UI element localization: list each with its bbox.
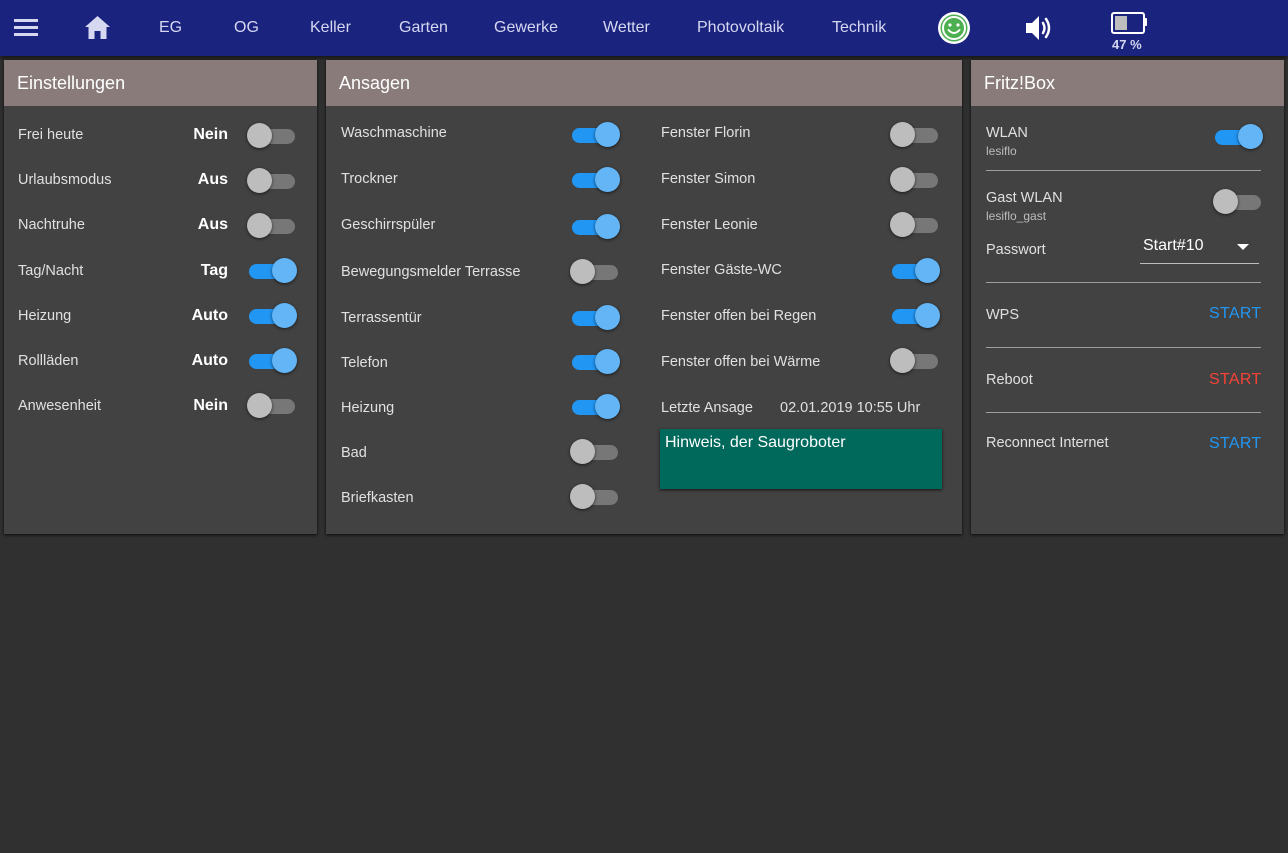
passwort-value: Start#10 <box>1143 237 1204 254</box>
announcement-label: Bewegungsmelder Terrasse <box>341 264 521 280</box>
battery-icon <box>1111 12 1147 34</box>
toggle-fenster-florin[interactable] <box>890 121 940 149</box>
setting-value: Aus <box>197 171 228 188</box>
toggle-waschmaschine[interactable] <box>570 121 620 149</box>
setting-value: Nein <box>193 126 228 143</box>
toggle-telefon[interactable] <box>570 348 620 376</box>
toggle-fenster-simon[interactable] <box>890 166 940 194</box>
setting-value: Nein <box>193 397 228 414</box>
toggle-bad[interactable] <box>570 438 620 466</box>
announcement-label: Fenster Simon <box>661 171 756 187</box>
setting-label: Rollläden <box>18 353 79 369</box>
announcement-label: Fenster Leonie <box>661 217 758 233</box>
announcement-label: Bad <box>341 445 367 461</box>
divider <box>986 170 1261 171</box>
wlan-ssid: lesiflo <box>986 144 1017 158</box>
nav-link-technik[interactable]: Technik <box>832 0 886 56</box>
toggle-trockner[interactable] <box>570 166 620 194</box>
chevron-down-icon <box>1237 244 1249 250</box>
setting-value: Auto <box>191 352 228 369</box>
nav-link-photovoltaik[interactable]: Photovoltaik <box>697 0 784 56</box>
announcement-label: Heizung <box>341 400 395 416</box>
announcement-label: Terrassentür <box>341 310 422 326</box>
toggle-fenster-gaeste-wc[interactable] <box>890 257 940 285</box>
setting-value: Auto <box>191 307 228 324</box>
reboot-label: Reboot <box>986 372 1033 388</box>
passwort-label: Passwort <box>986 242 1046 258</box>
toggle-tag-nacht[interactable] <box>247 257 297 285</box>
reconnect-start-button[interactable]: START <box>1209 435 1261 453</box>
nav-link-eg[interactable]: EG <box>159 0 182 56</box>
announcement-label: Fenster offen bei Regen <box>661 308 817 324</box>
wps-start-button[interactable]: START <box>1209 305 1261 323</box>
toggle-geschirrspueler[interactable] <box>570 213 620 241</box>
toggle-gast-wlan[interactable] <box>1213 188 1263 216</box>
toggle-fenster-leonie[interactable] <box>890 211 940 239</box>
nav-link-og[interactable]: OG <box>234 0 259 56</box>
toggle-nachtruhe[interactable] <box>247 212 297 240</box>
toggle-urlaubsmodus[interactable] <box>247 167 297 195</box>
setting-label: Nachtruhe <box>18 217 85 233</box>
divider <box>986 412 1261 413</box>
reconnect-label: Reconnect Internet <box>986 435 1109 451</box>
last-announcement-text: Hinweis, der Saugroboter <box>660 429 942 489</box>
setting-label: Tag/Nacht <box>18 263 84 279</box>
reboot-start-button[interactable]: START <box>1209 371 1261 389</box>
setting-value: Tag <box>200 262 228 279</box>
toggle-fenster-offen-waerme[interactable] <box>890 347 940 375</box>
announcement-label: Trockner <box>341 171 398 187</box>
divider <box>986 347 1261 348</box>
announcement-label: Waschmaschine <box>341 125 447 141</box>
last-announcement-time: 02.01.2019 10:55 Uhr <box>780 400 921 416</box>
wlan-label: WLAN <box>986 125 1028 141</box>
setting-value: Aus <box>197 216 228 233</box>
toggle-bewegungsmelder-terrasse[interactable] <box>570 258 620 286</box>
nav-link-wetter[interactable]: Wetter <box>603 0 650 56</box>
announcement-label: Geschirrspüler <box>341 217 436 233</box>
card-title: Ansagen <box>326 60 962 106</box>
card-title: Fritz!Box <box>971 60 1284 106</box>
toggle-heizung[interactable] <box>247 302 297 330</box>
nav-link-gewerke[interactable]: Gewerke <box>494 0 558 56</box>
setting-label: Urlaubsmodus <box>18 172 112 188</box>
toggle-rolllaeden[interactable] <box>247 347 297 375</box>
nav-link-keller[interactable]: Keller <box>310 0 351 56</box>
battery-percent: 47 % <box>1112 37 1142 52</box>
nav-link-garten[interactable]: Garten <box>399 0 448 56</box>
toggle-terrassentuer[interactable] <box>570 304 620 332</box>
setting-label: Anwesenheit <box>18 398 102 414</box>
home-icon[interactable] <box>84 15 111 40</box>
setting-label: Heizung <box>18 308 72 324</box>
announcement-label: Fenster offen bei Wärme <box>661 354 821 370</box>
top-nav-bar: EG OG Keller Garten Gewerke Wetter Photo… <box>0 0 1288 56</box>
announcement-label: Fenster Gäste-WC <box>661 262 782 278</box>
announcement-label: Telefon <box>341 355 388 371</box>
smiley-icon[interactable] <box>937 11 971 45</box>
toggle-wlan[interactable] <box>1213 123 1263 151</box>
divider <box>986 282 1261 283</box>
wps-label: WPS <box>986 307 1020 323</box>
announcement-label: Briefkasten <box>341 490 414 506</box>
gast-wlan-ssid: lesiflo_gast <box>986 209 1047 223</box>
last-announcement-label: Letzte Ansage <box>661 400 753 416</box>
toggle-briefkasten[interactable] <box>570 483 620 511</box>
toggle-anwesenheit[interactable] <box>247 392 297 420</box>
menu-icon[interactable] <box>14 17 38 39</box>
toggle-fenster-offen-regen[interactable] <box>890 302 940 330</box>
setting-label: Frei heute <box>18 127 84 143</box>
volume-icon[interactable] <box>1024 14 1054 42</box>
passwort-select[interactable]: Start#10 <box>1140 231 1259 264</box>
toggle-heizung-ansage[interactable] <box>570 393 620 421</box>
gast-wlan-label: Gast WLAN <box>986 190 1063 206</box>
announcement-label: Fenster Florin <box>661 125 751 141</box>
toggle-frei-heute[interactable] <box>247 122 297 150</box>
card-title: Einstellungen <box>4 60 317 106</box>
hint-text: Hinweis, der Saugroboter <box>665 434 846 451</box>
